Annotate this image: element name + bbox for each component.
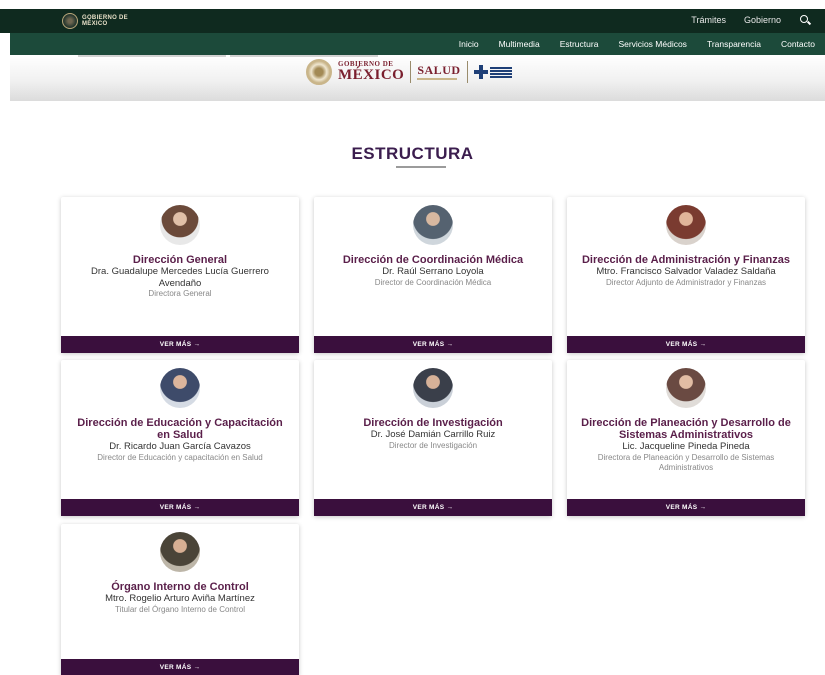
medical-cross-icon	[473, 65, 488, 79]
nav-inicio[interactable]: Inicio	[459, 39, 479, 49]
nav-servicios-medicos[interactable]: Servicios Médicos	[618, 39, 687, 49]
divider	[466, 61, 468, 83]
logo-text-2: MÉXICO	[82, 21, 108, 27]
divider	[78, 55, 226, 57]
card-educacion-capacitacion: Dirección de Educación y Capacitación en…	[61, 360, 299, 516]
card-role: Director de Investigación	[388, 440, 478, 450]
nav-estructura[interactable]: Estructura	[560, 39, 599, 49]
link-gobierno[interactable]: Gobierno	[744, 15, 781, 25]
avatar	[160, 368, 200, 408]
card-title: Dirección de Investigación	[363, 417, 503, 429]
card-name: Lic. Jacqueline Pineda Pineda	[622, 441, 750, 452]
card-role: Director de Educación y capacitación en …	[97, 452, 263, 462]
divider	[410, 61, 412, 83]
card-name: Dr. José Damián Carrillo Ruiz	[370, 429, 496, 440]
card-organo-interno-control: Órgano Interno de Control Mtro. Rogelio …	[61, 524, 299, 675]
avatar	[413, 368, 453, 408]
card-name: Dra. Guadalupe Mercedes Lucía Guerrero A…	[91, 266, 269, 289]
avatar	[160, 532, 200, 572]
ver-mas-button[interactable]: VER MÁS →	[314, 336, 552, 353]
card-title: Dirección de Educación y Capacitación en…	[77, 417, 283, 441]
gobierno-logo[interactable]: GOBIERNO DE MÉXICO	[62, 13, 128, 29]
brand-salud: SALUD	[417, 63, 461, 77]
nav-contacto[interactable]: Contacto	[781, 39, 815, 49]
link-tramites[interactable]: Trámites	[691, 15, 726, 25]
ver-mas-button[interactable]: VER MÁS →	[567, 336, 805, 353]
card-planeacion-sistemas: Dirección de Planeación y Desarrollo de …	[567, 360, 805, 516]
card-name: Mtro. Francisco Salvador Valadez Saldaña	[596, 266, 776, 277]
card-name: Dr. Raúl Serrano Loyola	[382, 266, 484, 277]
ver-mas-button[interactable]: VER MÁS →	[567, 499, 805, 516]
national-seal-icon	[306, 59, 332, 85]
divider	[230, 55, 378, 57]
avatar	[666, 205, 706, 245]
nav-multimedia[interactable]: Multimedia	[499, 39, 540, 49]
brand-gob-big: MÉXICO	[338, 67, 405, 83]
nav-transparencia[interactable]: Transparencia	[707, 39, 761, 49]
card-name: Mtro. Rogelio Arturo Aviña Martínez	[105, 593, 255, 604]
avatar	[160, 205, 200, 245]
ver-mas-button[interactable]: VER MÁS →	[314, 499, 552, 516]
avatar	[666, 368, 706, 408]
card-title: Dirección de Administración y Finanzas	[581, 254, 791, 266]
ver-mas-button[interactable]: VER MÁS →	[61, 659, 299, 675]
card-role: Director Adjunto de Administrador y Fina…	[605, 277, 767, 287]
card-title: Dirección de Coordinación Médica	[342, 254, 524, 266]
seal-icon	[62, 13, 78, 29]
top-bar: GOBIERNO DE MÉXICO Trámites Gobierno	[0, 9, 825, 33]
main-nav: Inicio Multimedia Estructura Servicios M…	[10, 33, 825, 55]
card-coordinacion-medica: Dirección de Coordinación Médica Dr. Raú…	[314, 197, 552, 353]
page-title: ESTRUCTURA	[351, 144, 474, 163]
card-administracion-finanzas: Dirección de Administración y Finanzas M…	[567, 197, 805, 353]
brand-logos[interactable]: GOBIERNO DE MÉXICO SALUD	[306, 58, 512, 86]
card-title: Dirección General	[132, 254, 228, 266]
title-underline	[396, 166, 446, 168]
card-name: Dr. Ricardo Juan García Cavazos	[109, 441, 251, 452]
card-role: Directora General	[148, 289, 212, 298]
top-links: Trámites Gobierno	[691, 14, 811, 26]
card-direccion-general: Dirección General Dra. Guadalupe Mercede…	[61, 197, 299, 353]
ver-mas-button[interactable]: VER MÁS →	[61, 336, 299, 353]
hospital-logo	[473, 65, 512, 79]
ver-mas-button[interactable]: VER MÁS →	[61, 499, 299, 516]
card-role: Director de Coordinación Médica	[374, 277, 492, 287]
card-title: Dirección de Planeación y Desarrollo de …	[581, 417, 791, 441]
card-role: Directora de Planeación y Desarrollo de …	[597, 452, 775, 472]
search-icon[interactable]	[799, 14, 811, 26]
card-investigacion: Dirección de Investigación Dr. José Dami…	[314, 360, 552, 516]
card-title: Órgano Interno de Control	[111, 581, 249, 593]
avatar	[413, 205, 453, 245]
card-role: Titular del Órgano Interno de Control	[115, 604, 245, 614]
